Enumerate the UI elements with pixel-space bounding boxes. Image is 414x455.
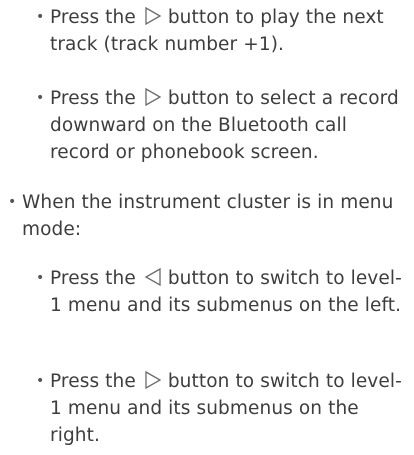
- list-item-switch-left: • Press the button to switch to level-1 m…: [36, 265, 408, 319]
- right-triangle-icon: [144, 87, 162, 107]
- bullet: •: [36, 373, 45, 389]
- list-item-play-next-track: • Press the button to play the next track…: [36, 4, 408, 58]
- left-triangle-icon: [144, 267, 162, 287]
- list-item-text: When the instrument cluster is in menu m…: [22, 192, 394, 240]
- bullet: •: [36, 90, 45, 106]
- list-item-text: Press the button to select a record downw…: [50, 85, 408, 166]
- list-item-menu-mode: • When the instrument cluster is in menu…: [8, 189, 410, 243]
- list-item-pre-text: Press the: [50, 268, 136, 289]
- bullet: •: [36, 270, 45, 286]
- list-item-text: Press the button to switch to level-1 men…: [50, 265, 408, 319]
- manual-page: • Press the button to play the next track…: [0, 0, 414, 455]
- right-triangle-icon: [144, 370, 162, 390]
- list-item-pre-text: Press the: [50, 88, 136, 109]
- bullet: •: [8, 194, 17, 210]
- list-item-pre-text: Press the: [50, 7, 136, 28]
- bullet: •: [36, 9, 45, 25]
- list-item-select-record-downward: • Press the button to select a record dow…: [36, 85, 408, 166]
- list-item-switch-right: • Press the button to switch to level-1 m…: [36, 368, 408, 449]
- right-triangle-icon: [144, 6, 162, 26]
- list-item-text: Press the button to play the next track (…: [50, 4, 408, 58]
- list-item-pre-text: Press the: [50, 371, 136, 392]
- list-item-text: Press the button to switch to level-1 men…: [50, 368, 408, 449]
